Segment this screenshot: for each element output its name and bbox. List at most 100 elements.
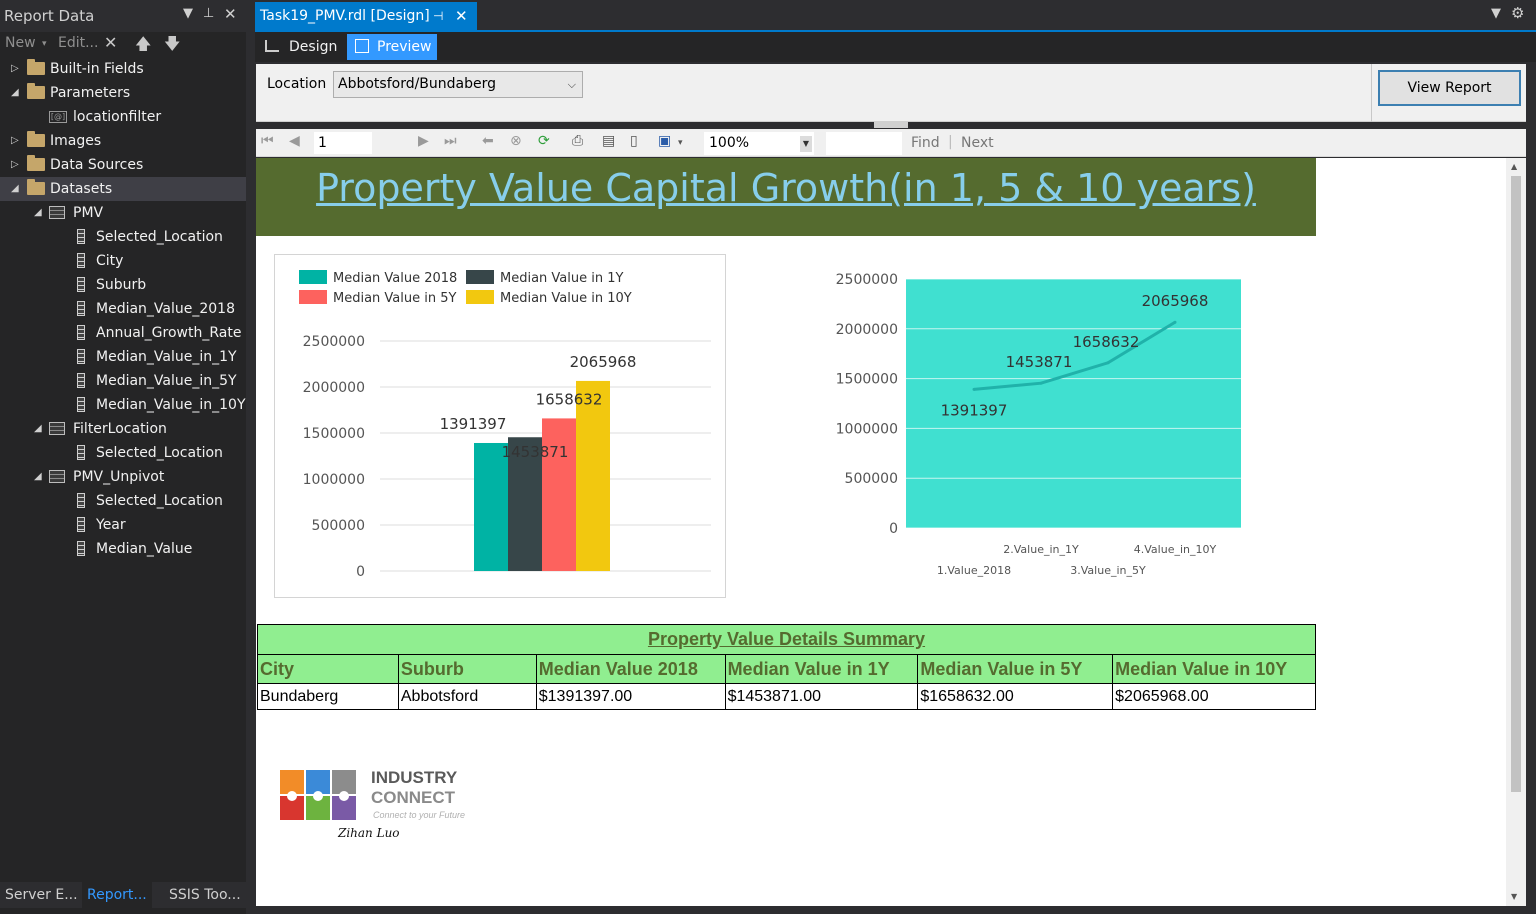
scroll-up-icon[interactable]: ▲ xyxy=(1511,162,1517,171)
expand-arrow-icon[interactable]: ▷ xyxy=(11,129,19,153)
page-setup-icon[interactable]: ▯ xyxy=(630,133,638,149)
folder-icon xyxy=(27,59,45,75)
document-tab[interactable]: Task19_PMV.rdl [Design] ⊣ ✕ xyxy=(255,2,477,30)
tree-item-label: PMV xyxy=(73,205,104,221)
delete-icon[interactable]: ✕ xyxy=(104,33,117,52)
y-tick-label: 2500000 xyxy=(303,334,365,350)
tree-item-label: Median_Value_2018 xyxy=(96,301,235,317)
expand-arrow-icon[interactable]: ▷ xyxy=(11,57,19,81)
new-dropdown-icon[interactable]: ▾ xyxy=(42,39,47,49)
parameter-separator xyxy=(1371,64,1372,122)
find-input[interactable] xyxy=(826,132,902,155)
next-link[interactable]: Next xyxy=(961,135,994,151)
page-number-input[interactable]: 1 xyxy=(314,132,372,154)
tree-item-field[interactable]: City xyxy=(0,249,246,273)
tree-item-folder[interactable]: ▷ Images xyxy=(0,129,246,153)
tab-list-dropdown-icon[interactable]: ▼ xyxy=(1491,6,1501,21)
stop-icon[interactable]: ⊗ xyxy=(510,133,522,149)
new-button[interactable]: New xyxy=(5,35,36,51)
legend-label: Median Value in 1Y xyxy=(500,271,624,286)
report-vertical-scrollbar[interactable]: ▲ ▼ xyxy=(1506,158,1526,906)
design-tab-button[interactable]: Design xyxy=(261,34,341,60)
report-banner: Property Value Capital Growth(in 1, 5 & … xyxy=(256,158,1316,236)
export-dropdown-icon[interactable]: ▾ xyxy=(678,138,683,148)
tab-pin-icon[interactable]: ⊣ xyxy=(433,2,443,30)
tree-item-folder[interactable]: ▷ Built-in Fields xyxy=(0,57,246,81)
find-link[interactable]: Find xyxy=(911,135,940,151)
move-down-icon[interactable]: 🡇 xyxy=(164,33,180,60)
print-layout-icon[interactable]: ▤ xyxy=(602,133,615,149)
tree-item-field[interactable]: Median_Value_in_5Y xyxy=(0,369,246,393)
document-tab-bar: Task19_PMV.rdl [Design] ⊣ ✕ ▼ ⚙ xyxy=(255,0,1536,32)
edit-button[interactable]: Edit... xyxy=(58,35,98,51)
tree-item-field[interactable]: Selected_Location xyxy=(0,225,246,249)
tree-item-label: Year xyxy=(96,517,126,533)
collapse-parameters-handle[interactable] xyxy=(874,121,908,128)
bar-chart: 0 500000 1000000 1500000 2000000 2500000 13913… xyxy=(274,254,726,598)
data-label: 1391397 xyxy=(440,415,507,433)
parameter-icon: [@] xyxy=(49,111,67,123)
refresh-icon[interactable]: ⟳ xyxy=(538,133,550,149)
collapse-arrow-icon[interactable]: ◢ xyxy=(11,177,19,201)
previous-page-icon[interactable]: ◀ xyxy=(289,133,300,149)
tree-item-field[interactable]: Selected_Location xyxy=(0,489,246,513)
settings-gear-icon[interactable]: ⚙ xyxy=(1511,4,1524,22)
table-column-header: Suburb xyxy=(397,654,537,684)
tree-item-dataset[interactable]: ◢ PMV_Unpivot xyxy=(0,465,246,489)
panel-dropdown-icon[interactable]: ▼ xyxy=(183,6,193,21)
panel-pin-icon[interactable]: ⊥ xyxy=(203,6,214,21)
tree-item-label: Suburb xyxy=(96,277,147,293)
tree-item-folder[interactable]: ▷ Data Sources xyxy=(0,153,246,177)
preview-tab-button[interactable]: Preview xyxy=(347,34,437,60)
scroll-thumb[interactable] xyxy=(1511,176,1521,792)
tree-item-field[interactable]: Median_Value_in_1Y xyxy=(0,345,246,369)
tab-report-data[interactable]: Report... xyxy=(82,882,152,908)
print-icon[interactable]: ⎙ xyxy=(572,133,583,149)
next-page-icon[interactable]: ▶ xyxy=(418,133,429,149)
tree-item-field[interactable]: Annual_Growth_Rate xyxy=(0,321,246,345)
back-icon[interactable]: ⬅ xyxy=(482,133,494,149)
tab-ssis-toolbox[interactable]: SSIS Too... xyxy=(164,882,246,908)
expand-arrow-icon[interactable]: ▷ xyxy=(11,153,19,177)
panel-close-icon[interactable]: ✕ xyxy=(224,5,237,23)
tree-item-parameter[interactable]: [@] locationfilter xyxy=(0,105,246,129)
location-select[interactable]: Abbotsford/Bundaberg ⌵ xyxy=(333,71,583,98)
last-page-icon[interactable]: ⏭ xyxy=(444,133,457,149)
field-icon xyxy=(77,229,85,244)
design-label: Design xyxy=(289,39,338,55)
view-report-button[interactable]: View Report xyxy=(1378,70,1521,106)
legend-label: Median Value 2018 xyxy=(333,271,457,286)
move-up-icon[interactable]: 🡅 xyxy=(135,33,151,60)
left-bottom-tabs: Server E... Report... SSIS Too... xyxy=(0,882,246,908)
collapse-arrow-icon[interactable]: ◢ xyxy=(34,417,42,441)
tree-item-field[interactable]: Selected_Location xyxy=(0,441,246,465)
legend-swatch xyxy=(299,290,327,304)
line-chart: 0 500000 1000000 1500000 2000000 2500000 13913… xyxy=(816,254,1256,584)
first-page-icon[interactable]: ⏮ xyxy=(261,133,274,149)
tab-server-explorer[interactable]: Server E... xyxy=(0,882,83,908)
data-label: 1453871 xyxy=(1006,353,1073,371)
tree-item-field[interactable]: Year xyxy=(0,513,246,537)
scroll-down-icon[interactable]: ▼ xyxy=(1511,892,1517,901)
y-tick-label: 500000 xyxy=(312,518,365,534)
tree-item-field[interactable]: Suburb xyxy=(0,273,246,297)
tree-item-field[interactable]: Median_Value xyxy=(0,537,246,561)
field-icon xyxy=(77,349,85,364)
zoom-select[interactable]: 100% ▼ xyxy=(704,132,814,155)
collapse-arrow-icon[interactable]: ◢ xyxy=(11,81,19,105)
tree-item-dataset[interactable]: ◢ FilterLocation xyxy=(0,417,246,441)
tree-item-label: Selected_Location xyxy=(96,445,223,461)
y-tick-label: 2500000 xyxy=(836,272,898,288)
x-tick-label: 1.Value_2018 xyxy=(937,564,1011,577)
collapse-arrow-icon[interactable]: ◢ xyxy=(34,201,42,225)
tree-item-folder[interactable]: ◢ Datasets xyxy=(0,177,246,201)
export-icon[interactable]: ▣ xyxy=(658,133,671,149)
report-title: Property Value Capital Growth(in 1, 5 & … xyxy=(316,166,1256,210)
tab-close-icon[interactable]: ✕ xyxy=(455,2,468,30)
tree-item-dataset[interactable]: ◢ PMV xyxy=(0,201,246,225)
tree-item-field[interactable]: Median_Value_in_10Y xyxy=(0,393,246,417)
design-preview-bar: Design Preview xyxy=(255,32,1536,62)
tree-item-folder[interactable]: ◢ Parameters xyxy=(0,81,246,105)
tree-item-field[interactable]: Median_Value_2018 xyxy=(0,297,246,321)
collapse-arrow-icon[interactable]: ◢ xyxy=(34,465,42,489)
